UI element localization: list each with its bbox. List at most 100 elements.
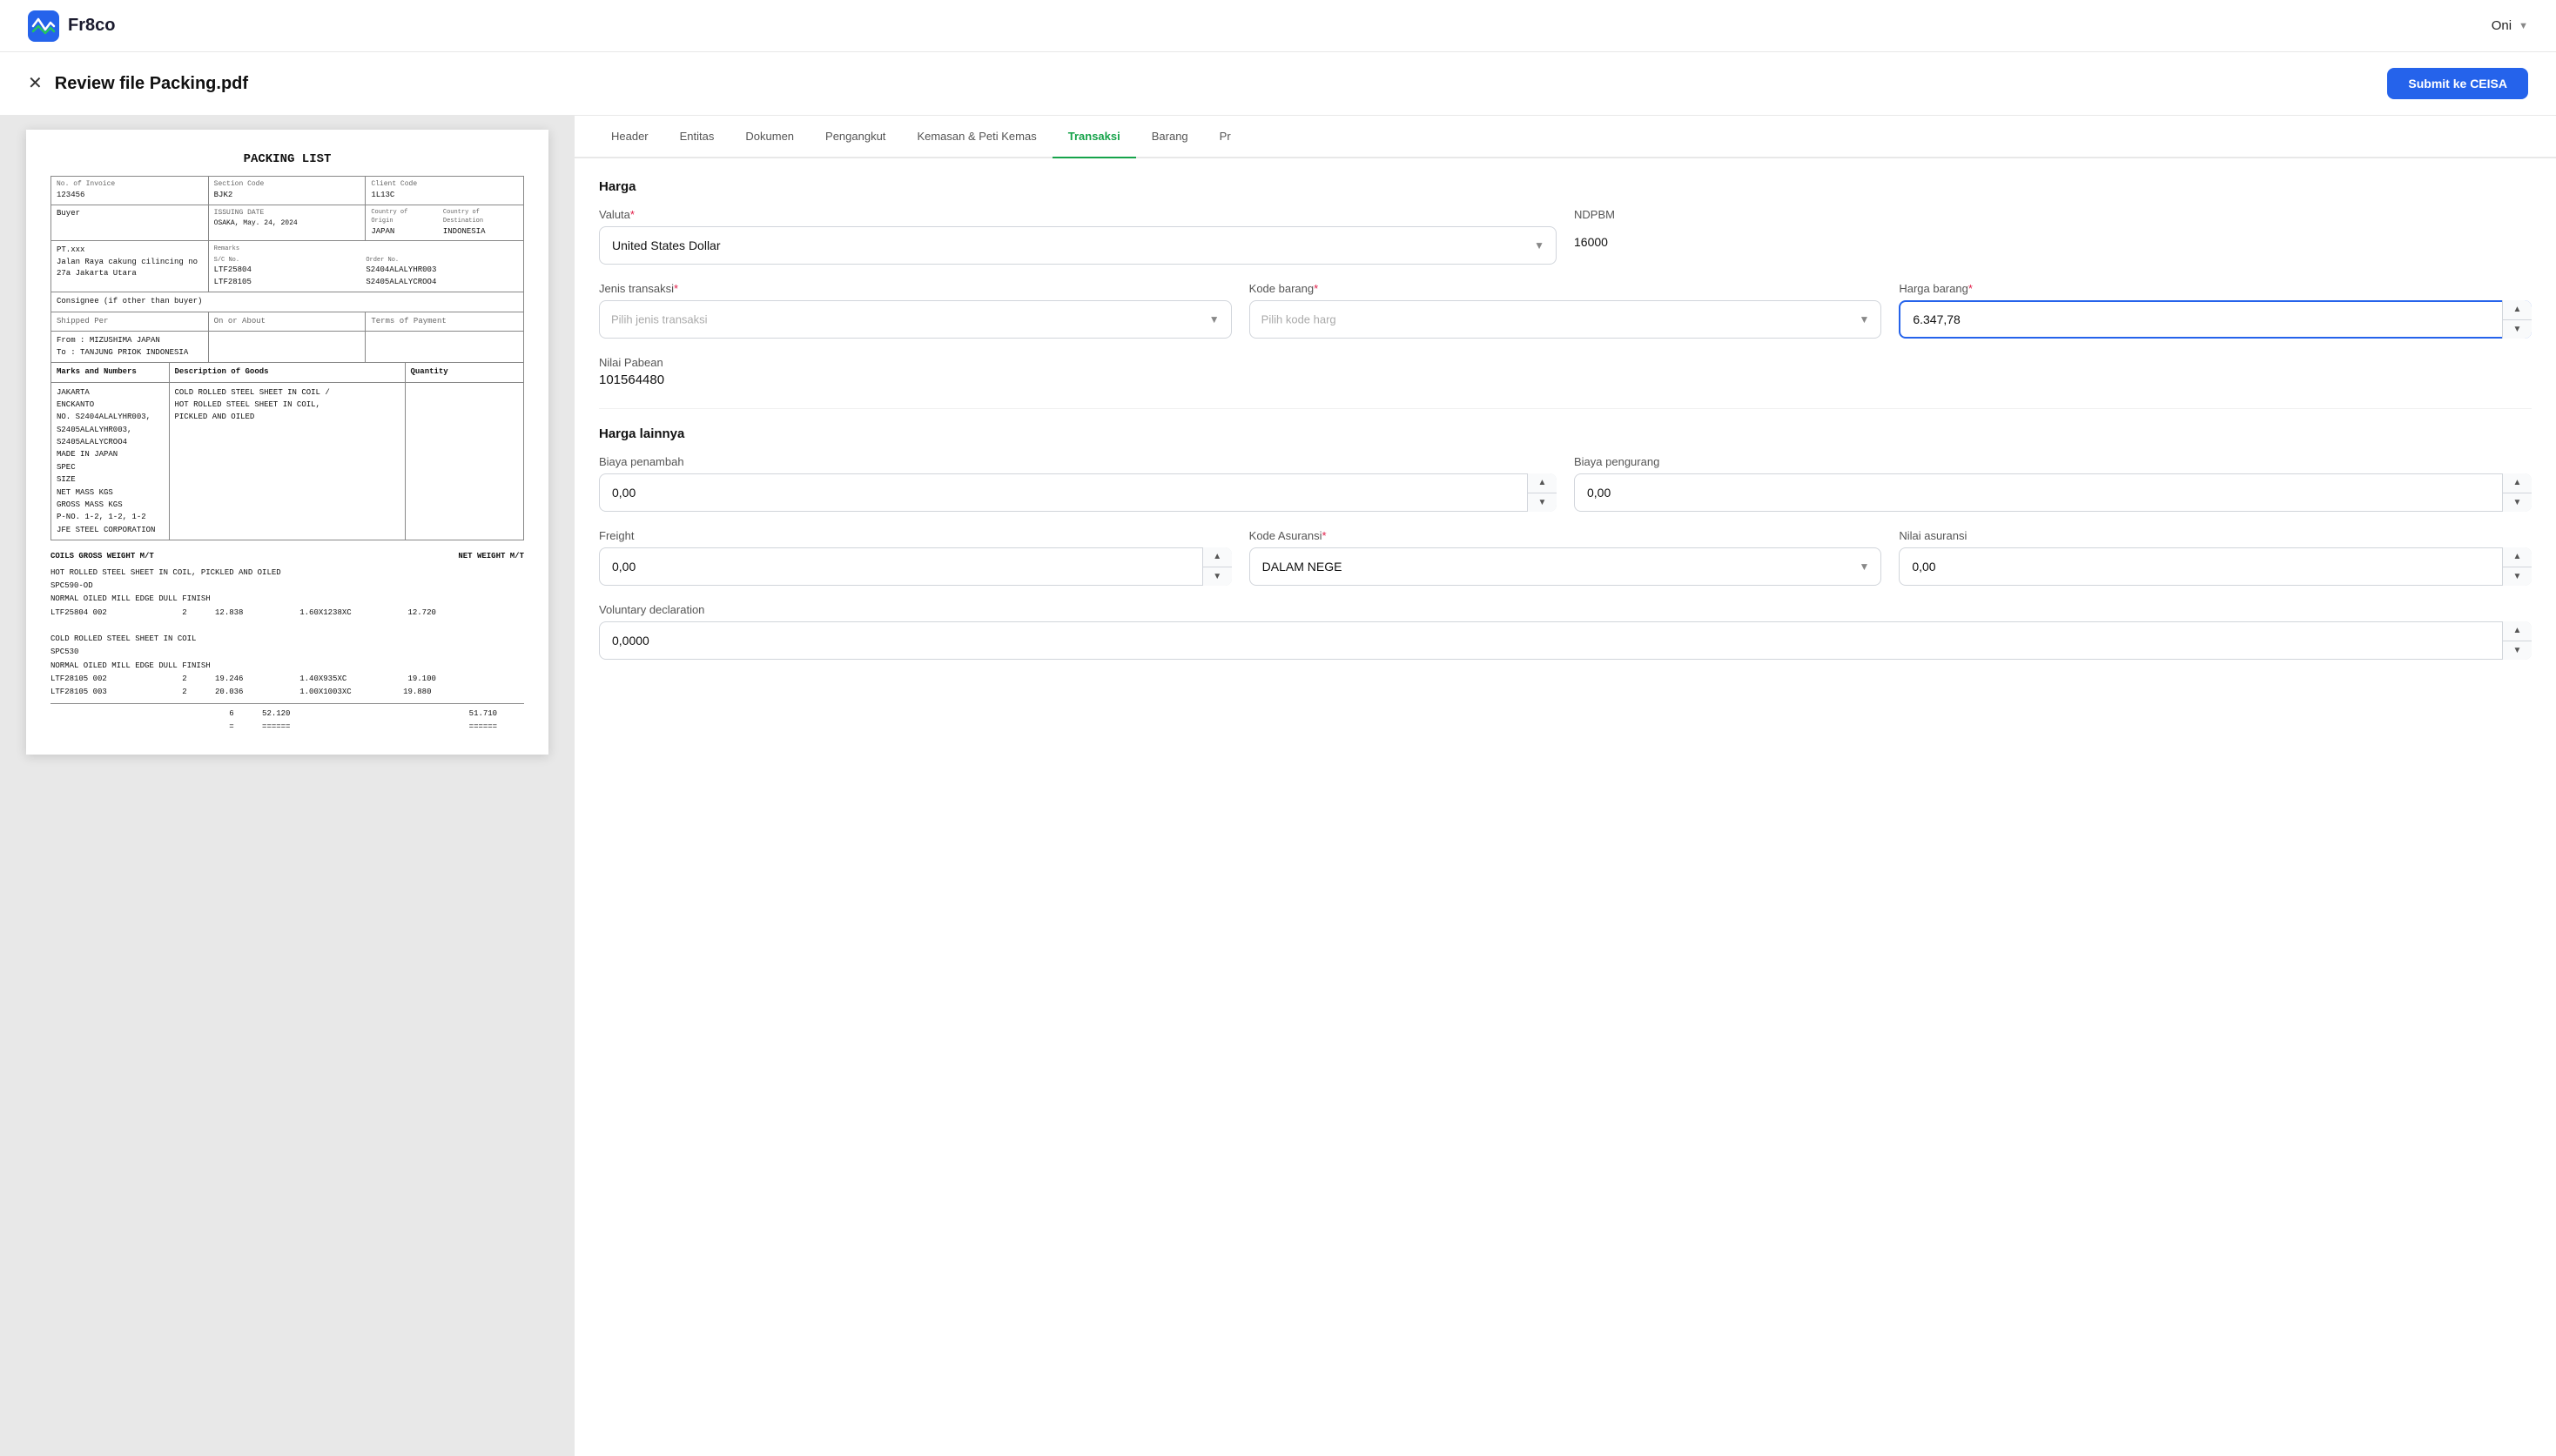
freight-label: Freight (599, 529, 1232, 542)
doc-date-row: Buyer ISSUING DATE OSAKA, May. 24, 2024 … (50, 205, 524, 242)
biaya-pengurang-down-button[interactable]: ▼ (2503, 493, 2532, 513)
nilai-asuransi-down-button[interactable]: ▼ (2503, 567, 2532, 587)
doc-invoice-label: No. of Invoice (57, 179, 203, 190)
freight-down-button[interactable]: ▼ (1203, 567, 1232, 587)
biaya-penambah-wrap: ▲ ▼ (599, 473, 1557, 512)
logo-icon (28, 10, 59, 42)
nilai-asuransi-spinners: ▲ ▼ (2502, 547, 2532, 586)
doc-issuing-date: OSAKA, May. 24, 2024 (214, 218, 360, 229)
close-button[interactable]: ✕ (28, 75, 43, 92)
doc-from-value: MIZUSHIMA JAPAN (90, 336, 160, 345)
nilai-asuransi-group: Nilai asuransi ▲ ▼ (1899, 529, 2532, 586)
submit-button[interactable]: Submit ke CEISA (2387, 68, 2528, 99)
voluntary-label: Voluntary declaration (599, 603, 2532, 616)
ndpbm-group: NDPBM 16000 (1574, 208, 2532, 265)
biaya-pengurang-input[interactable] (1574, 473, 2532, 512)
valuta-row: Valuta* United States Dollar Euro Japane… (599, 208, 2532, 265)
doc-invoice-no: 123456 (57, 190, 203, 202)
doc-consignee-label: Consignee (if other than buyer) (57, 297, 202, 305)
freight-wrap: ▲ ▼ (599, 547, 1232, 586)
tab-pengangkut[interactable]: Pengangkut (810, 116, 901, 158)
harga-lainnya-title: Harga lainnya (599, 426, 2532, 441)
doc-order-nos: S/C No. LTF25804 LTF28105 Order No. S240… (214, 256, 518, 289)
section-divider (599, 408, 2532, 409)
freight-up-button[interactable]: ▲ (1203, 547, 1232, 567)
doc-client-label: Client Code (371, 179, 518, 190)
kode-asuransi-group: Kode Asuransi* DALAM NEGE LUAR NEGERI ▼ (1249, 529, 1882, 586)
form-panel: Header Entitas Dokumen Pengangkut Kemasa… (575, 116, 2556, 1456)
kode-asuransi-label: Kode Asuransi* (1249, 529, 1882, 542)
kode-barang-label: Kode barang* (1249, 282, 1882, 295)
doc-th-qty: Quantity (406, 363, 524, 382)
voluntary-up-button[interactable]: ▲ (2503, 621, 2532, 641)
harga-barang-down-button[interactable]: ▼ (2503, 320, 2532, 339)
voluntary-down-button[interactable]: ▼ (2503, 641, 2532, 661)
biaya-penambah-group: Biaya penambah ▲ ▼ (599, 455, 1557, 512)
doc-buyer-name: PT.xxx (57, 245, 203, 257)
valuta-group: Valuta* United States Dollar Euro Japane… (599, 208, 1557, 265)
freight-spinners: ▲ ▼ (1202, 547, 1232, 586)
nilai-asuransi-input[interactable] (1899, 547, 2532, 586)
tab-barang[interactable]: Barang (1136, 116, 1204, 158)
page-header-left: ✕ Review file Packing.pdf (28, 74, 248, 94)
doc-table-body: JAKARTAENCKANTONO. S2404ALALYHR003,S2405… (50, 383, 524, 541)
tab-header[interactable]: Header (595, 116, 664, 158)
jenis-transaksi-select[interactable] (599, 300, 1232, 339)
kode-asuransi-select[interactable]: DALAM NEGE LUAR NEGERI (1249, 547, 1882, 586)
nilai-asuransi-wrap: ▲ ▼ (1899, 547, 2532, 586)
biaya-penambah-down-button[interactable]: ▼ (1528, 493, 1557, 513)
doc-table-header: Marks and Numbers Description of Goods Q… (50, 363, 524, 383)
harga-barang-wrap: ▲ ▼ (1899, 300, 2532, 339)
valuta-select-wrap: United States Dollar Euro Japanese Yen ▼ (599, 226, 1557, 265)
tab-kemasan[interactable]: Kemasan & Peti Kemas (901, 116, 1052, 158)
tab-pr[interactable]: Pr (1204, 116, 1247, 158)
doc-buyer-info: PT.xxx Jalan Raya cakung cilincing no 27… (51, 241, 209, 292)
page-header: ✕ Review file Packing.pdf Submit ke CEIS… (0, 52, 2556, 116)
harga-barang-up-button[interactable]: ▲ (2503, 300, 2532, 320)
doc-fromto-b (209, 332, 367, 362)
doc-client-cell: Client Code 1L13C (366, 177, 523, 205)
kode-barang-select[interactable] (1249, 300, 1882, 339)
valuta-select[interactable]: United States Dollar Euro Japanese Yen (599, 226, 1557, 265)
doc-consignee-row: Consignee (if other than buyer) (50, 292, 524, 312)
doc-marks-col: JAKARTAENCKANTONO. S2404ALALYHR003,S2405… (51, 383, 170, 540)
biaya-penambah-input[interactable] (599, 473, 1557, 512)
harga-barang-input[interactable] (1899, 300, 2532, 339)
page-title: Review file Packing.pdf (55, 74, 248, 94)
ndpbm-label: NDPBM (1574, 208, 2532, 221)
nilai-pabean-section: Nilai Pabean 101564480 (599, 356, 2532, 387)
biaya-row: Biaya penambah ▲ ▼ Biaya pengurang (599, 455, 2532, 512)
valuta-label: Valuta* (599, 208, 1557, 221)
voluntary-group: Voluntary declaration ▲ ▼ (599, 603, 2532, 660)
doc-issuing-cell: ISSUING DATE OSAKA, May. 24, 2024 (209, 205, 367, 241)
user-name: Oni (2492, 18, 2512, 33)
biaya-penambah-label: Biaya penambah (599, 455, 1557, 468)
tab-transaksi[interactable]: Transaksi (1053, 116, 1136, 158)
biaya-penambah-up-button[interactable]: ▲ (1528, 473, 1557, 493)
doc-fromto-row: From : MIZUSHIMA JAPAN To : TANJUNG PRIO… (50, 332, 524, 363)
doc-invoice-cell: No. of Invoice 123456 (51, 177, 209, 205)
tab-entitas[interactable]: Entitas (664, 116, 730, 158)
doc-country-origin: Country of Origin JAPAN (371, 208, 429, 238)
doc-coils-header: COILS GROSS WEIGHT M/T (50, 551, 287, 563)
doc-title: PACKING LIST (50, 151, 524, 169)
harga-section-title: Harga (599, 179, 2532, 194)
doc-to-value: TANJUNG PRIOK INDONESIA (80, 348, 188, 357)
voluntary-input[interactable] (599, 621, 2532, 660)
biaya-penambah-spinners: ▲ ▼ (1527, 473, 1557, 512)
doc-issuing-label: ISSUING DATE (214, 208, 360, 218)
voluntary-spinners: ▲ ▼ (2502, 621, 2532, 660)
doc-section-label: Section Code (214, 179, 360, 190)
biaya-pengurang-up-button[interactable]: ▲ (2503, 473, 2532, 493)
doc-remarks-cell: Remarks S/C No. LTF25804 LTF28105 Order … (209, 241, 523, 292)
nilai-asuransi-up-button[interactable]: ▲ (2503, 547, 2532, 567)
main-layout: PACKING LIST No. of Invoice 123456 Secti… (0, 116, 2556, 1456)
tab-dokumen[interactable]: Dokumen (730, 116, 810, 158)
logo: Fr8co (28, 10, 115, 42)
doc-shipped-cell: Shipped Per (51, 312, 209, 332)
doc-client-code: 1L13C (371, 190, 518, 202)
doc-section-code: BJK2 (214, 190, 360, 202)
freight-input[interactable] (599, 547, 1232, 586)
user-menu[interactable]: Oni ▼ (2492, 18, 2528, 33)
doc-buyer-label-cell: Buyer (51, 205, 209, 241)
